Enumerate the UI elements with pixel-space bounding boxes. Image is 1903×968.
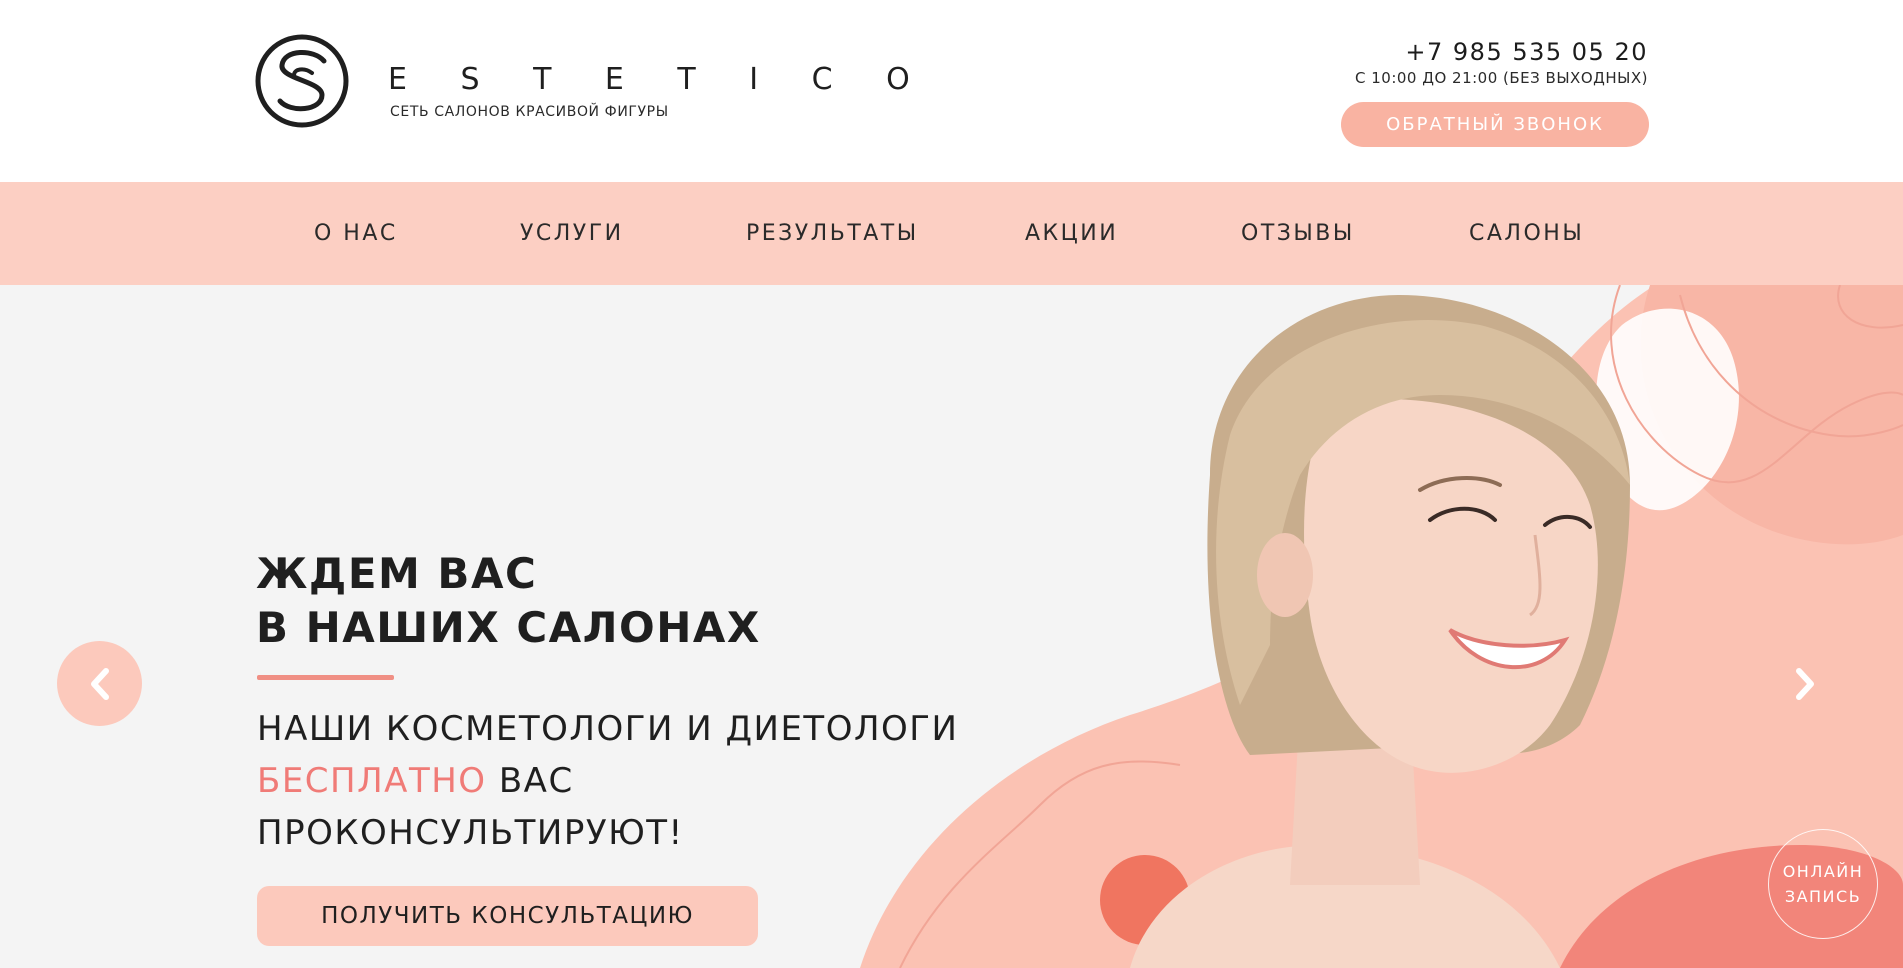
title-divider [257, 675, 394, 680]
hero-slider: ЖДЕМ ВАС В НАШИХ САЛОНАХ НАШИ КОСМЕТОЛОГ… [0, 285, 1903, 968]
online-booking-button[interactable]: ОНЛАЙН ЗАПИСЬ [1768, 829, 1878, 939]
hero-title-line-1: ЖДЕМ ВАС [256, 549, 538, 598]
site-header: E S T E T I C O СЕТЬ САЛОНОВ КРАСИВОЙ ФИ… [0, 0, 1903, 182]
hero-subtitle-accent: БЕСПЛАТНО [257, 761, 487, 801]
hero-subtitle: НАШИ КОСМЕТОЛОГИ И ДИЕТОЛОГИ БЕСПЛАТНО В… [257, 703, 958, 859]
hero-subtitle-line-3: ПРОКОНСУЛЬТИРУЮТ! [257, 813, 684, 853]
callback-button[interactable]: ОБРАТНЫЙ ЗВОНОК [1341, 102, 1649, 147]
hero-subtitle-line-2-rest: ВАС [486, 761, 574, 801]
hero-title: ЖДЕМ ВАС В НАШИХ САЛОНАХ [256, 547, 761, 655]
nav-item-reviews[interactable]: ОТЗЫВЫ [1241, 182, 1355, 285]
nav-item-services[interactable]: УСЛУГИ [520, 182, 624, 285]
slider-prev-button[interactable] [57, 641, 142, 726]
chevron-right-icon [1795, 667, 1814, 700]
brand-name[interactable]: E S T E T I C O [388, 62, 932, 97]
s-monogram-icon[interactable] [254, 33, 350, 129]
online-booking-ring [1768, 829, 1878, 939]
phone-number[interactable]: +7 985 535 05 20 [1405, 38, 1648, 66]
get-consultation-button[interactable]: ПОЛУЧИТЬ КОНСУЛЬТАЦИЮ [257, 886, 758, 946]
hero-title-line-2: В НАШИХ САЛОНАХ [256, 603, 761, 652]
nav-item-promotions[interactable]: АКЦИИ [1025, 182, 1118, 285]
slider-next-button[interactable] [1762, 641, 1847, 726]
nav-item-results[interactable]: РЕЗУЛЬТАТЫ [746, 182, 919, 285]
chevron-left-icon [90, 667, 109, 700]
main-nav: О НАС УСЛУГИ РЕЗУЛЬТАТЫ АКЦИИ ОТЗЫВЫ САЛ… [0, 182, 1903, 285]
hero-subtitle-line-1: НАШИ КОСМЕТОЛОГИ И ДИЕТОЛОГИ [257, 709, 959, 749]
nav-item-about[interactable]: О НАС [314, 182, 398, 285]
nav-item-salons[interactable]: САЛОНЫ [1469, 182, 1584, 285]
working-hours: С 10:00 ДО 21:00 (БЕЗ ВЫХОДНЫХ) [1355, 69, 1648, 87]
brand-tagline: СЕТЬ САЛОНОВ КРАСИВОЙ ФИГУРЫ [390, 104, 669, 120]
